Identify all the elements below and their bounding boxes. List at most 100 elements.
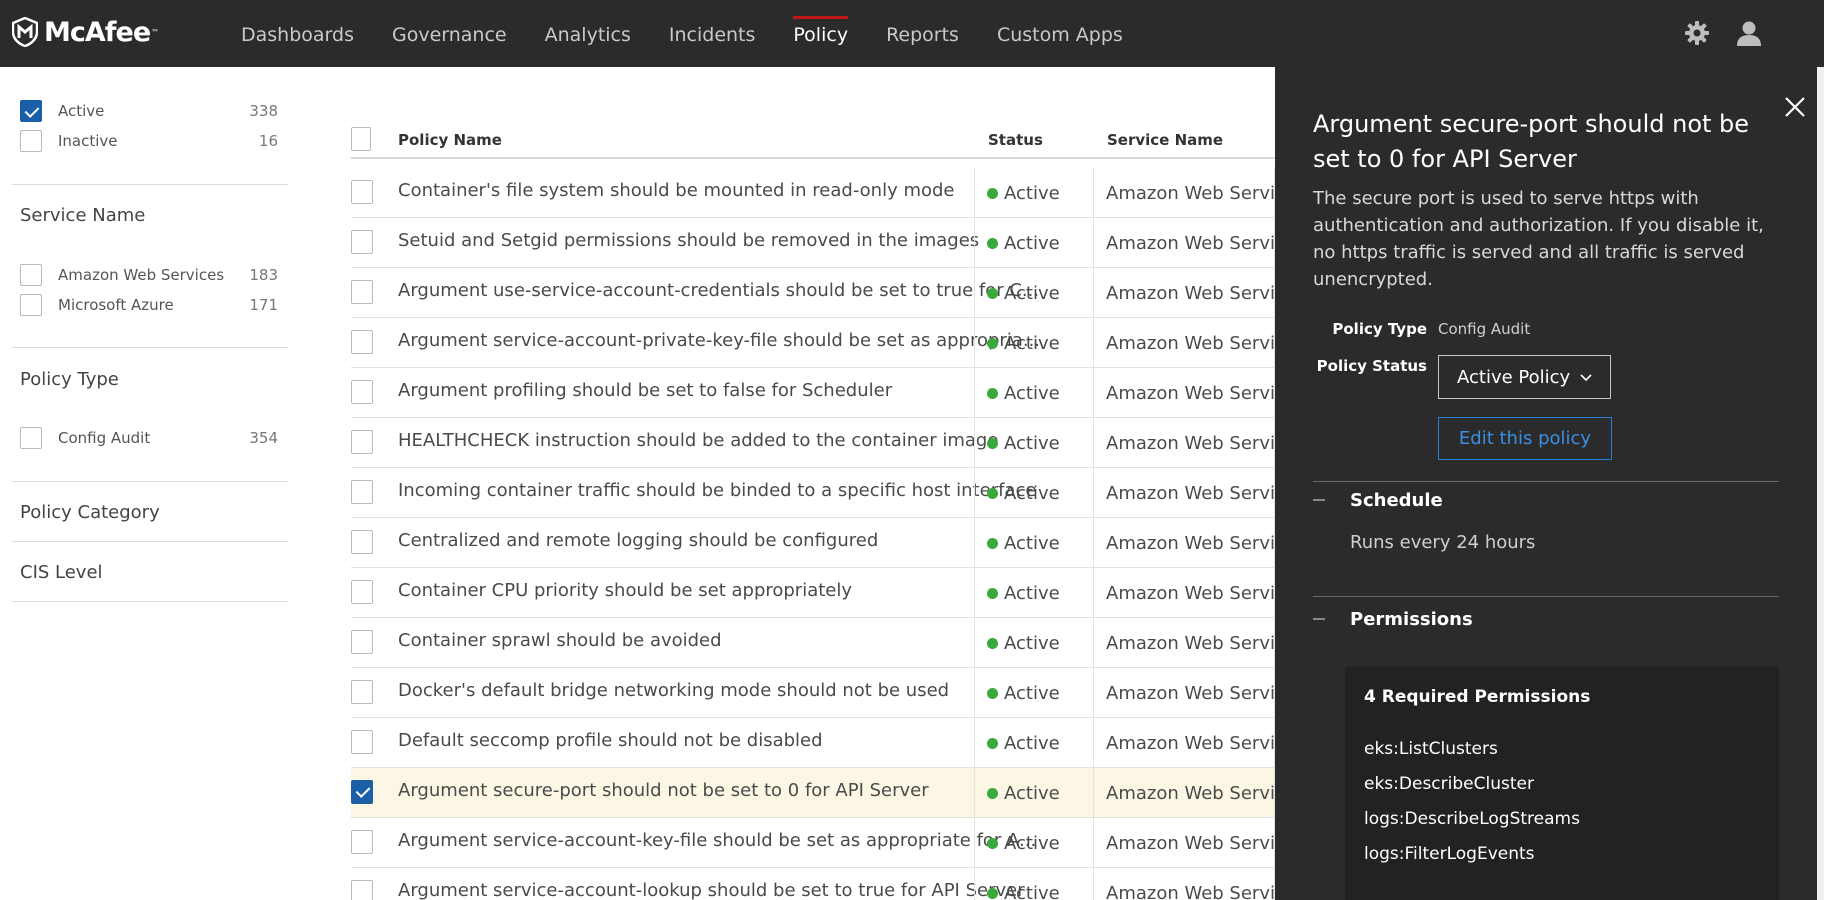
table-row[interactable]: Container CPU priority should be set app…	[351, 568, 1275, 618]
row-checkbox[interactable]	[351, 530, 373, 554]
column-header-policy-name[interactable]: Policy Name	[398, 131, 502, 149]
filter-config-audit[interactable]: Config Audit 354	[20, 426, 278, 450]
nav-custom-apps[interactable]: Custom Apps	[978, 0, 1142, 67]
divider	[12, 601, 288, 602]
status-cell: Active	[974, 418, 1092, 468]
permission-item: logs:FilterLogEvents	[1364, 844, 1535, 864]
cis-level-heading[interactable]: CIS Level	[20, 562, 103, 583]
table-row[interactable]: Default seccomp profile should not be di…	[351, 718, 1275, 768]
nav-policy[interactable]: Policy	[774, 0, 867, 67]
table-row[interactable]: Docker's default bridge networking mode …	[351, 668, 1275, 718]
table-row[interactable]: Container sprawl should be avoided Active…	[351, 618, 1275, 668]
column-header-service-name[interactable]: Service Name	[1107, 131, 1223, 149]
row-checkbox[interactable]	[351, 180, 373, 204]
status-text: Active	[1004, 282, 1060, 304]
status-text: Active	[1004, 632, 1060, 654]
row-checkbox[interactable]	[351, 430, 373, 454]
nav-governance[interactable]: Governance	[373, 0, 526, 67]
policy-status-dropdown[interactable]: Active Policy	[1438, 355, 1611, 399]
service-name-cell: Amazon Web Services	[1093, 518, 1275, 568]
table-row[interactable]: Incoming container traffic should be bin…	[351, 468, 1275, 518]
user-icon[interactable]	[1734, 18, 1764, 48]
nav-reports[interactable]: Reports	[867, 0, 978, 67]
row-checkbox[interactable]	[351, 330, 373, 354]
policy-detail-panel: Argument secure-port should not be set t…	[1275, 67, 1817, 900]
row-checkbox[interactable]	[351, 780, 373, 804]
service-name-heading[interactable]: Service Name	[20, 205, 145, 226]
filter-microsoft-azure[interactable]: Microsoft Azure 171	[20, 293, 278, 317]
status-text: Active	[1004, 432, 1060, 454]
status-dot-icon	[987, 437, 998, 449]
status-dot-icon	[987, 587, 998, 599]
status-text: Active	[1004, 582, 1060, 604]
filter-active[interactable]: Active 338	[20, 99, 278, 123]
status-dot-icon	[987, 537, 998, 549]
status-cell: Active	[974, 568, 1092, 618]
active-checkbox[interactable]	[20, 100, 42, 122]
status-dot-icon	[987, 737, 998, 749]
status-cell: Active	[974, 718, 1092, 768]
schedule-heading: Schedule	[1350, 489, 1443, 511]
config-audit-checkbox[interactable]	[20, 427, 42, 449]
table-row[interactable]: Argument use-service-account-credentials…	[351, 268, 1275, 318]
status-dot-icon	[987, 687, 998, 699]
policy-status-value: Active Policy	[1457, 366, 1571, 388]
row-checkbox[interactable]	[351, 230, 373, 254]
column-header-status[interactable]: Status	[988, 131, 1043, 149]
filter-count: 183	[249, 266, 278, 284]
top-icons	[1682, 18, 1764, 48]
inactive-checkbox[interactable]	[20, 130, 42, 152]
policy-description: The secure port is used to serve https w…	[1313, 188, 1764, 290]
table-row[interactable]: Argument service-account-lookup should b…	[351, 868, 1275, 900]
status-text: Active	[1004, 182, 1060, 204]
aws-checkbox[interactable]	[20, 264, 42, 286]
row-checkbox[interactable]	[351, 580, 373, 604]
azure-checkbox[interactable]	[20, 294, 42, 316]
table-row[interactable]: Argument service-account-key-file should…	[351, 818, 1275, 868]
row-checkbox[interactable]	[351, 480, 373, 504]
gear-icon[interactable]	[1682, 18, 1712, 48]
row-checkbox[interactable]	[351, 880, 373, 900]
chevron-down-icon	[1580, 374, 1592, 382]
table-row[interactable]: Centralized and remote logging should be…	[351, 518, 1275, 568]
status-dot-icon	[987, 337, 998, 349]
schedule-section-toggle[interactable]: Schedule	[1313, 488, 1443, 512]
status-text: Active	[1004, 832, 1060, 854]
row-checkbox[interactable]	[351, 380, 373, 404]
table-row[interactable]: Argument secure-port should not be set t…	[351, 768, 1275, 818]
row-checkbox[interactable]	[351, 730, 373, 754]
table-row[interactable]: HEALTHCHECK instruction should be added …	[351, 418, 1275, 468]
mcafee-logo[interactable]: McAfee ™	[12, 14, 159, 50]
brand-trademark: ™	[151, 27, 160, 37]
divider	[1313, 596, 1779, 597]
table-row[interactable]: Setuid and Setgid permissions should be …	[351, 218, 1275, 268]
row-checkbox[interactable]	[351, 280, 373, 304]
policy-type-heading[interactable]: Policy Type	[20, 369, 119, 390]
filter-inactive[interactable]: Inactive 16	[20, 129, 278, 153]
nav-analytics[interactable]: Analytics	[526, 0, 650, 67]
filter-count: 354	[249, 429, 278, 447]
row-checkbox[interactable]	[351, 680, 373, 704]
policy-category-heading[interactable]: Policy Category	[20, 502, 160, 523]
status-dot-icon	[987, 887, 998, 899]
select-all-checkbox[interactable]	[351, 127, 371, 151]
page-scrollbar[interactable]	[1817, 67, 1824, 900]
close-icon[interactable]	[1780, 92, 1810, 122]
table-row[interactable]: Argument service-account-private-key-fil…	[351, 318, 1275, 368]
filter-label: Active	[58, 102, 105, 120]
table-header: Policy Name Status Service Name	[351, 121, 1275, 159]
permissions-section-toggle[interactable]: Permissions	[1313, 607, 1473, 631]
status-cell: Active	[974, 318, 1092, 368]
nav-incidents[interactable]: Incidents	[650, 0, 775, 67]
status-dot-icon	[987, 837, 998, 849]
filter-amazon-web-services[interactable]: Amazon Web Services 183	[20, 263, 278, 287]
status-dot-icon	[987, 487, 998, 499]
table-row[interactable]: Container's file system should be mounte…	[351, 168, 1275, 218]
policy-table: Policy Name Status Service Name Containe…	[351, 67, 1275, 900]
edit-policy-button[interactable]: Edit this policy	[1438, 417, 1612, 460]
nav-dashboards[interactable]: Dashboards	[222, 0, 373, 67]
row-checkbox[interactable]	[351, 630, 373, 654]
table-row[interactable]: Argument profiling should be set to fals…	[351, 368, 1275, 418]
status-cell: Active	[974, 468, 1092, 518]
row-checkbox[interactable]	[351, 830, 373, 854]
